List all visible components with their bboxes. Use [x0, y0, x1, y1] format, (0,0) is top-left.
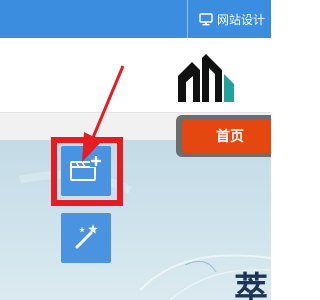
top-bar-divider	[187, 0, 188, 38]
magic-wand-button[interactable]	[61, 213, 111, 263]
website-design-label: 网站设计	[217, 12, 266, 27]
page: 网站设计 萃 首页	[0, 0, 271, 300]
brand-logo	[178, 54, 234, 102]
monitor-icon	[199, 12, 213, 26]
annotation-arrow	[82, 65, 125, 162]
banner-heading-fragment: 萃	[234, 270, 268, 300]
nav-home-label: 首页	[216, 129, 244, 145]
magic-wand-icon	[71, 221, 101, 255]
nav-home-tab[interactable]: 首页	[182, 119, 271, 153]
website-design-link[interactable]: 网站设计	[199, 10, 265, 28]
banner-decoration	[19, 170, 271, 300]
